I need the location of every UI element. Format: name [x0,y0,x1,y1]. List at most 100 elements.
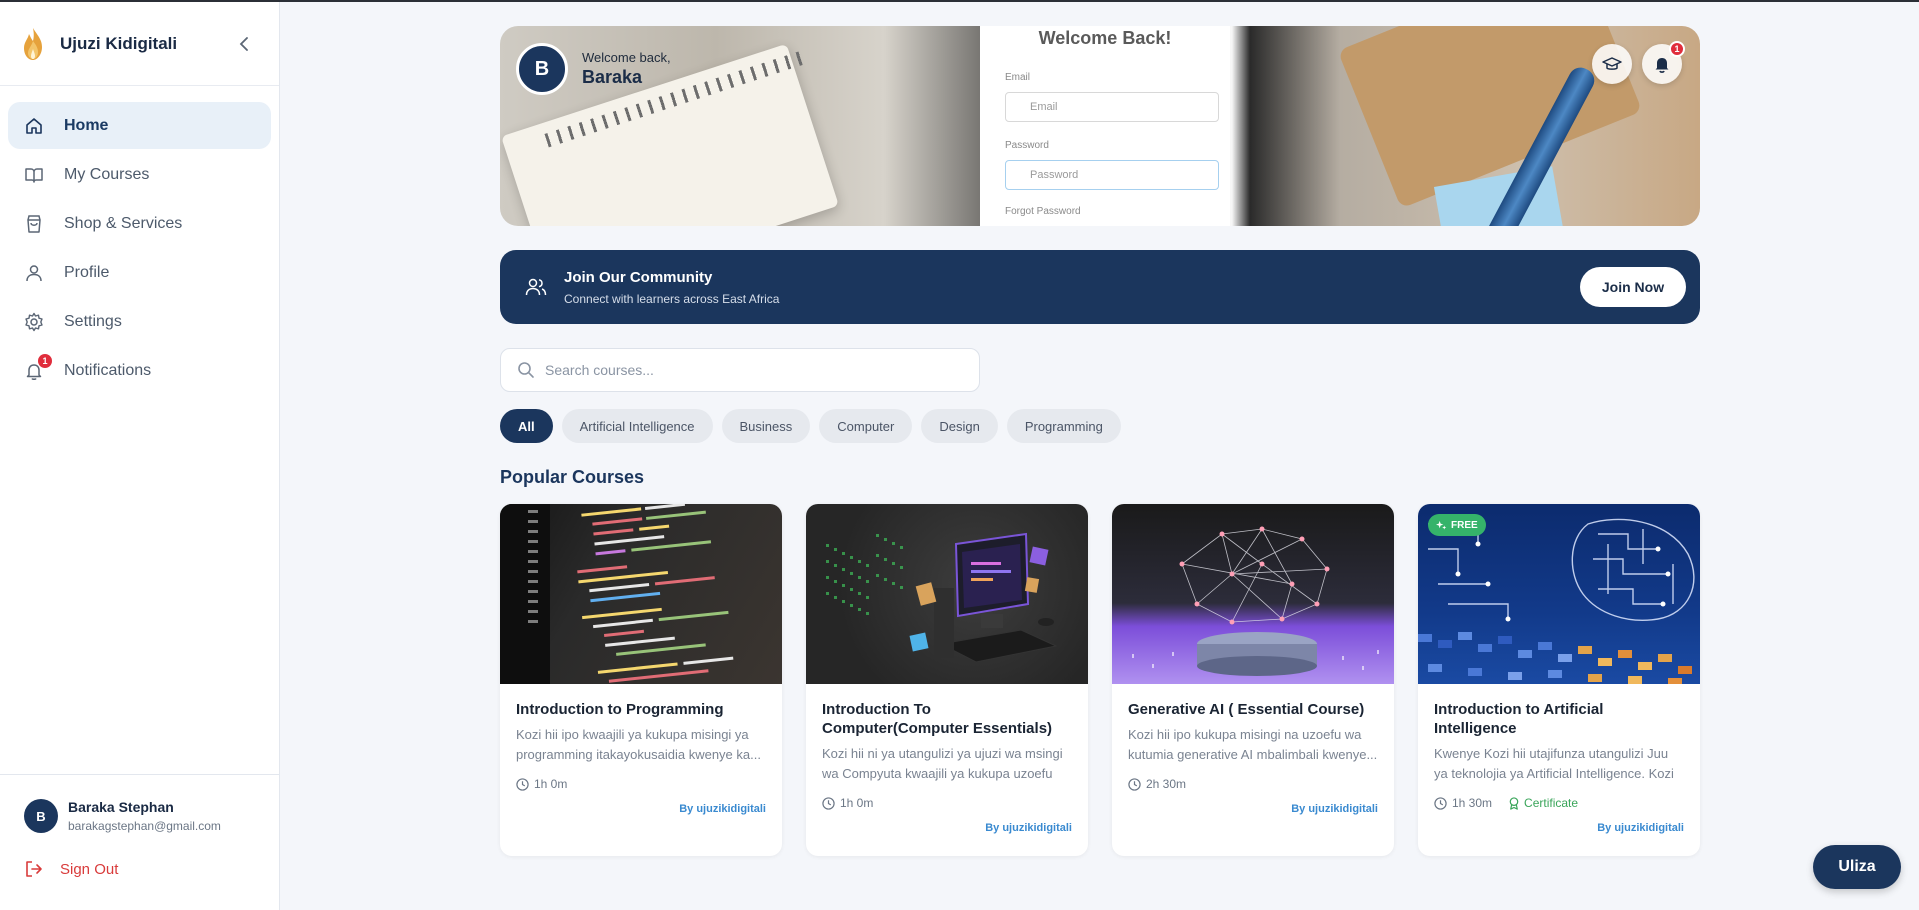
category-chip-business[interactable]: Business [721,409,811,443]
free-badge-label: FREE [1451,519,1478,531]
course-title: Generative AI ( Essential Course) [1128,701,1365,718]
user-email: barakagstephan@gmail.com [68,819,221,833]
course-author: By ujuzikidigitali [1597,822,1684,834]
sidebar-item-home[interactable]: Home [8,102,271,149]
hero-phone-screen-image: Welcome Back! Email Email Password Passw… [980,26,1230,226]
course-title: Introduction to Artificial Intelligence [1434,701,1604,737]
course-duration: 1h 30m [1452,796,1493,810]
sparkle-icon [1436,520,1447,530]
notification-count-badge: 1 [38,353,52,368]
award-icon [1508,796,1520,810]
collapse-sidebar-button[interactable] [233,33,255,55]
code-editor-illustration [500,504,734,684]
sidebar-item-label: Settings [64,312,122,330]
course-meta: 1h 0m [822,796,1072,810]
course-card[interactable]: FREE Introduction to Artificial Intellig… [1418,504,1700,856]
app-name: Ujuzi Kidigitali [60,33,178,53]
search-bar [500,348,980,392]
course-card[interactable]: Introduction to Programming Kozi hii ipo… [500,504,782,856]
clock-icon [1128,777,1141,791]
sidebar-item-label: Home [64,116,109,134]
phone-password-field: Password [1005,160,1219,190]
course-duration: 1h 0m [534,777,568,791]
bell-icon [1655,58,1669,73]
avatar: B [24,799,58,833]
course-meta: 1h 0m [516,777,766,791]
gear-icon [24,312,44,332]
category-filters: All Artificial Intelligence Business Com… [500,409,1130,443]
home-icon [24,116,44,136]
sidebar-item-notifications[interactable]: 1 Notifications [8,347,271,394]
user-icon [24,263,44,283]
welcome-name: Baraka [582,67,643,87]
user-card[interactable]: B Baraka Stephan barakagstephan@gmail.co… [0,775,279,833]
course-thumbnail [806,504,1088,684]
phone-screen-title: Welcome Back! [1038,28,1172,48]
sidebar-nav: Home My Courses Shop & Services Profile … [0,86,279,394]
book-open-icon [24,165,44,185]
shopping-bag-icon [24,214,44,234]
course-thumbnail [1112,504,1394,684]
certificate-indicator: Certificate [1508,796,1578,810]
course-thumbnail: FREE [1418,504,1700,684]
my-learning-button[interactable] [1592,44,1632,84]
phone-forgot-password: Forgot Password [1005,206,1081,217]
sign-out-button[interactable]: Sign Out [0,859,279,879]
sidebar-item-label: Shop & Services [64,214,183,232]
clock-icon [822,796,835,810]
course-description: Kozi hii ni ya utangulizi ya ujuzi wa ms… [822,746,1063,781]
join-now-button[interactable]: Join Now [1580,267,1686,307]
course-author: By ujuzikidigitali [679,803,766,815]
course-thumbnail [500,504,782,684]
clock-icon [1434,796,1447,810]
sidebar: Ujuzi Kidigitali Home My Courses Shop & … [0,2,280,910]
course-card[interactable]: Generative AI ( Essential Course) Kozi h… [1112,504,1394,856]
course-cards: Introduction to Programming Kozi hii ipo… [500,504,1700,856]
course-duration: 2h 30m [1146,777,1187,791]
search-input[interactable] [545,362,963,378]
course-meta: 1h 30m Certificate [1434,796,1684,810]
category-chip-programming[interactable]: Programming [1006,409,1121,443]
sidebar-item-my-courses[interactable]: My Courses [8,151,271,198]
category-chip-all[interactable]: All [500,409,553,443]
course-title: Introduction To Computer(Computer Essent… [822,701,1053,737]
phone-password-label: Password [1005,140,1049,151]
sidebar-item-settings[interactable]: Settings [8,298,271,345]
users-icon [524,275,548,299]
welcome-chip: B Welcome back, Baraka [516,43,671,95]
user-name: Baraka Stephan [68,799,174,815]
flame-logo-icon [24,27,42,60]
course-meta: 2h 30m [1128,777,1378,791]
chevron-left-icon [239,36,248,51]
category-chip-artificial-intelligence[interactable]: Artificial Intelligence [561,409,713,443]
clock-icon [516,777,529,791]
logout-icon [24,859,44,879]
sidebar-item-label: Profile [64,263,110,281]
notifications-button[interactable]: 1 [1642,41,1685,84]
notification-count-badge: 1 [1669,41,1685,57]
search-icon [517,361,535,379]
sidebar-footer: B Baraka Stephan barakagstephan@gmail.co… [0,774,279,910]
course-title: Introduction to Programming [516,701,724,718]
brand-header: Ujuzi Kidigitali [0,2,279,86]
graduation-cap-icon [1602,57,1622,70]
course-author: By ujuzikidigitali [1291,803,1378,815]
section-title: Popular Courses [500,467,645,487]
course-description: Kozi hii ipo kwaajili ya kukupa misingi … [516,727,761,762]
community-title: Join Our Community [564,268,713,286]
welcome-text: Welcome back, [582,50,671,65]
category-chip-design[interactable]: Design [921,409,998,443]
category-chip-computer[interactable]: Computer [819,409,913,443]
computer-illustration [826,532,1058,663]
course-card[interactable]: Introduction To Computer(Computer Essent… [806,504,1088,856]
sign-out-label: Sign Out [60,860,119,878]
sidebar-item-shop-services[interactable]: Shop & Services [8,200,271,247]
community-subtitle: Connect with learners across East Africa [564,291,780,306]
ask-assistant-button[interactable]: Uliza [1813,845,1901,889]
sidebar-item-profile[interactable]: Profile [8,249,271,296]
ai-brain-illustration [1132,526,1379,676]
community-banner: Join Our Community Connect with learners… [500,250,1700,324]
course-author: By ujuzikidigitali [985,822,1072,834]
sidebar-item-label: My Courses [64,165,150,183]
avatar: B [516,43,568,95]
